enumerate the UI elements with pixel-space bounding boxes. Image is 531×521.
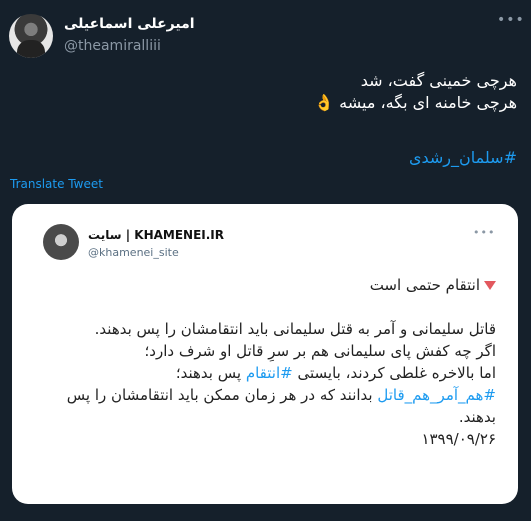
author-handle[interactable]: @theamiralliii [64, 38, 161, 54]
embed-heading-text: انتقام حتمی است [369, 276, 480, 294]
more-icon[interactable]: ••• [497, 12, 524, 28]
embed-paragraph-2a: اگر چه کفش پای سلیمانی هم بر سرِ قاتل او… [144, 342, 496, 360]
embed-author-handle: @khamenei_site [88, 246, 179, 259]
embedded-tweet-image[interactable]: KHAMENEI.IR | سایت @khamenei_site ••• ان… [12, 204, 518, 504]
embed-paragraph-3: #هم_آمر_هم_قاتل بدانند که در هر زمان ممک… [36, 384, 496, 428]
author-avatar[interactable] [9, 14, 53, 58]
tweet-line-2: هرچی خامنه ای بگه، میشه 👌 [37, 92, 517, 114]
tweet-text: هرچی خمینی گفت، شد هرچی خامنه ای بگه، می… [37, 70, 517, 114]
embed-paragraph-2b: اما بالاخره غلطی کردند، بایستی #انتقام پ… [36, 362, 496, 384]
embed-hashtag-revenge: #انتقام [245, 364, 293, 382]
alert-triangle-icon [484, 281, 496, 290]
embed-hashtag-amer: #هم_آمر_هم_قاتل [377, 386, 496, 404]
tweet-line-2-text: هرچی خامنه ای بگه، میشه [339, 93, 517, 112]
embed-paragraph-1: قاتل سلیمانی و آمر به قتل سلیمانی باید ا… [94, 320, 496, 338]
embed-heading: انتقام حتمی است [36, 274, 496, 296]
embed-author-name: KHAMENEI.IR | سایت [88, 228, 225, 242]
translate-tweet-link[interactable]: Translate Tweet [10, 177, 103, 191]
embed-date: ۱۳۹۹/۰۹/۲۶ [421, 430, 496, 448]
ok-hand-icon: 👌 [314, 93, 335, 112]
embed-p2b-text: اما بالاخره غلطی کردند، بایستی [297, 364, 497, 382]
embed-avatar [43, 224, 79, 260]
tweet-line-1: هرچی خمینی گفت، شد [360, 71, 517, 90]
hashtag-link[interactable]: #سلمان_رشدی [409, 148, 517, 167]
author-name[interactable]: امیرعلی اسماعیلی [64, 16, 195, 32]
embed-more-icon: ••• [473, 226, 496, 239]
embed-p2c-text: پس بدهند؛ [175, 364, 242, 382]
embed-body: انتقام حتمی است قاتل سلیمانی و آمر به قت… [36, 274, 496, 450]
